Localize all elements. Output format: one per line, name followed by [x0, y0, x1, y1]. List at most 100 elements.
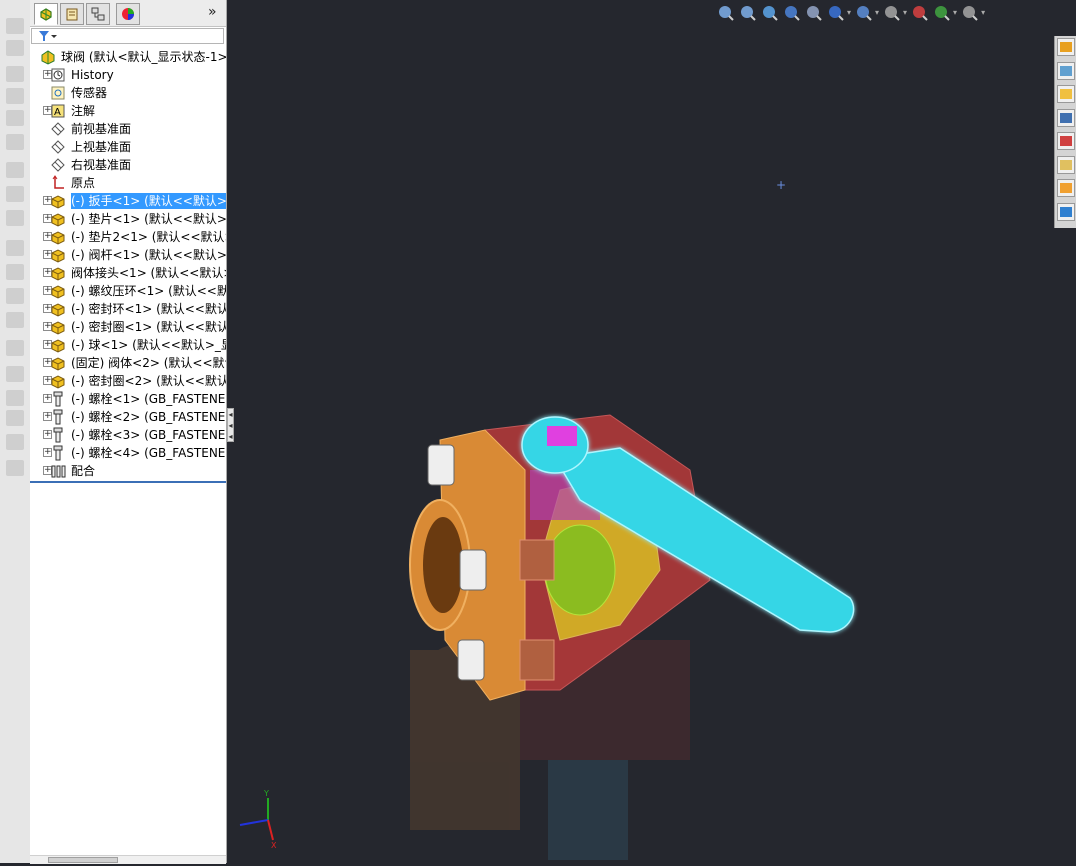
part-icon	[50, 373, 66, 389]
view-settings-icon[interactable]	[961, 3, 979, 21]
toolbar-command-icon[interactable]	[6, 162, 24, 178]
tree-item[interactable]: + 配合	[30, 462, 226, 480]
zoom-to-fit-icon[interactable]	[717, 3, 735, 21]
home-icon[interactable]	[1057, 38, 1075, 56]
origin-icon	[50, 175, 66, 191]
tree-item[interactable]: + (-) 球<1> (默认<<默认>_显	[30, 336, 226, 354]
toolbar-command-icon[interactable]	[6, 288, 24, 304]
dropdown-arrow-icon[interactable]: ▾	[953, 8, 957, 17]
tree-item-label: 配合	[71, 464, 96, 478]
tree-item-label: 传感器	[71, 86, 108, 100]
tree-item[interactable]: + (-) 螺栓<3> (GB_FASTENER	[30, 426, 226, 444]
toolbar-command-icon[interactable]	[6, 312, 24, 328]
cursor-crosshair: +	[776, 178, 787, 192]
dropdown-arrow-icon[interactable]: ▾	[981, 8, 985, 17]
filter-icon	[39, 31, 57, 41]
part-icon	[50, 211, 66, 227]
tree-item-label: (-) 球<1> (默认<<默认>_显	[71, 338, 226, 352]
forum-icon[interactable]	[1057, 202, 1075, 221]
toolbar-command-icon[interactable]	[6, 340, 24, 356]
zoom-to-area-icon[interactable]	[739, 3, 757, 21]
tree-item[interactable]: + A 注解	[30, 102, 226, 120]
tree-item[interactable]: + (-) 螺纹压环<1> (默认<<默	[30, 282, 226, 300]
display-manager-tab[interactable]	[116, 3, 140, 25]
custom-properties-icon[interactable]	[1057, 155, 1075, 174]
tree-item[interactable]: 前视基准面	[30, 120, 226, 138]
tree-item[interactable]: 右视基准面	[30, 156, 226, 174]
edit-appearance-icon[interactable]	[911, 3, 929, 21]
tree-item[interactable]: + (固定) 阀体<2> (默认<<默认	[30, 354, 226, 372]
apply-scene-icon[interactable]	[933, 3, 951, 21]
toolbar-command-icon[interactable]	[6, 18, 24, 34]
tree-item[interactable]: + (-) 密封圈<1> (默认<<默认	[30, 318, 226, 336]
hide-show-items-icon[interactable]	[883, 3, 901, 21]
plane-icon	[50, 139, 66, 155]
section-view-icon[interactable]	[783, 3, 801, 21]
tree-item[interactable]: + (-) 密封圈<2> (默认<<默认	[30, 372, 226, 390]
bolt-icon	[50, 445, 66, 461]
toolbar-command-icon[interactable]	[6, 210, 24, 226]
tree-item-label: History	[71, 68, 114, 82]
tree-item-label: (-) 垫片<1> (默认<<默认>_	[71, 212, 226, 226]
tree-item[interactable]: + (-) 螺栓<2> (GB_FASTENER	[30, 408, 226, 426]
view-orientation-icon[interactable]	[827, 3, 845, 21]
tree-item[interactable]: + (-) 螺栓<1> (GB_FASTENER	[30, 390, 226, 408]
toolbar-command-icon[interactable]	[6, 40, 24, 56]
configuration-manager-icon	[91, 7, 105, 21]
view-palette-icon[interactable]	[1057, 108, 1075, 127]
tree-item-label: 前视基准面	[71, 122, 132, 136]
feature-manager-icon	[40, 8, 52, 21]
dropdown-arrow-icon[interactable]: ▾	[903, 8, 907, 17]
mates-icon	[50, 463, 66, 479]
toolbar-command-icon[interactable]	[6, 110, 24, 126]
toolbar-command-icon[interactable]	[6, 88, 24, 104]
command-toolbar	[0, 0, 31, 863]
tree-item-label: (-) 螺纹压环<1> (默认<<默	[71, 284, 226, 298]
scrollbar-thumb[interactable]	[48, 857, 118, 863]
appearances-icon[interactable]	[1057, 132, 1075, 150]
tree-item[interactable]: + (-) 阀杆<1> (默认<<默认>_	[30, 246, 226, 264]
part-icon	[50, 283, 66, 299]
dropdown-arrow-icon[interactable]: ▾	[847, 8, 851, 17]
panel-overflow-button[interactable]: »	[208, 4, 217, 20]
tree-item[interactable]: + (-) 螺栓<4> (GB_FASTENER	[30, 444, 226, 462]
toolbar-command-icon[interactable]	[6, 410, 24, 426]
tree-root[interactable]: 球阀 (默认<默认_显示状态-1>)	[30, 48, 226, 66]
tree-item-label: (固定) 阀体<2> (默认<<默认	[71, 356, 226, 370]
recent-documents-icon[interactable]	[1057, 179, 1075, 197]
toolbar-command-icon[interactable]	[6, 134, 24, 150]
tree-item[interactable]: + 阀体接头<1> (默认<<默认>	[30, 264, 226, 282]
design-library-icon[interactable]	[1057, 61, 1075, 80]
tree-item[interactable]: + (-) 垫片2<1> (默认<<默认>	[30, 228, 226, 246]
toolbar-command-icon[interactable]	[6, 186, 24, 202]
tree-item[interactable]: 原点	[30, 174, 226, 192]
tree-item[interactable]: + (-) 垫片<1> (默认<<默认>_	[30, 210, 226, 228]
svg-text:Y: Y	[263, 789, 269, 798]
tree-item[interactable]: + (-) 密封环<1> (默认<<默认	[30, 300, 226, 318]
feature-manager-tab[interactable]	[34, 3, 58, 25]
toolbar-command-icon[interactable]	[6, 434, 24, 450]
panel-tab-strip: »	[30, 0, 226, 27]
tree-item[interactable]: 传感器	[30, 84, 226, 102]
toolbar-command-icon[interactable]	[6, 66, 24, 82]
display-style-icon[interactable]	[855, 3, 873, 21]
tree-item-label: (-) 螺栓<1> (GB_FASTENER	[71, 392, 226, 406]
part-icon	[50, 229, 66, 245]
dropdown-arrow-icon[interactable]: ▾	[875, 8, 879, 17]
tree-item[interactable]: + History	[30, 66, 226, 84]
toolbar-command-icon[interactable]	[6, 390, 24, 406]
feature-manager-panel: » 球阀 (默认<默认_显示状态-1>) + History 传感器 + A 注解前视基准面…	[30, 0, 227, 864]
toolbar-command-icon[interactable]	[6, 240, 24, 256]
toolbar-command-icon[interactable]	[6, 366, 24, 382]
property-manager-tab[interactable]	[60, 3, 84, 25]
toolbar-command-icon[interactable]	[6, 460, 24, 476]
tree-item[interactable]: + (-) 扳手<1> (默认<<默认>_	[30, 192, 226, 210]
graphics-area[interactable]: Y X ▾ ▾ ▾ ▾ ▾	[227, 0, 1076, 863]
file-explorer-icon[interactable]	[1057, 85, 1075, 103]
tree-item[interactable]: 上视基准面	[30, 138, 226, 156]
toolbar-command-icon[interactable]	[6, 264, 24, 280]
tree-filter-input[interactable]	[31, 28, 224, 44]
previous-view-icon[interactable]	[761, 3, 779, 21]
dynamic-annotation-icon[interactable]	[805, 3, 823, 21]
configuration-manager-tab[interactable]	[86, 3, 110, 25]
